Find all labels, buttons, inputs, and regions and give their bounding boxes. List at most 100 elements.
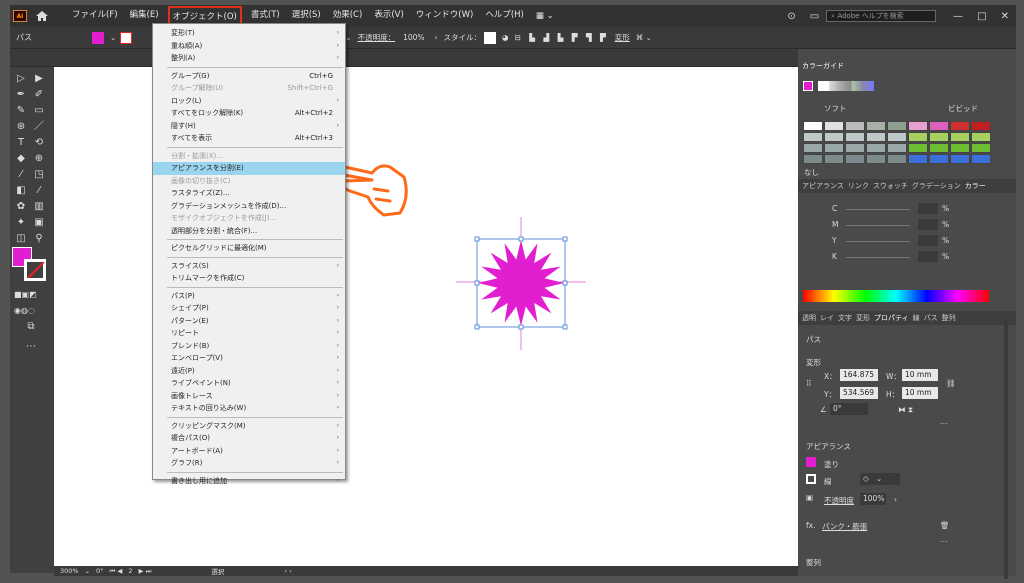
object-menu-item[interactable]: 変形(T) › <box>153 27 345 40</box>
chevron-down-icon[interactable]: ⌄ <box>85 567 90 575</box>
object-menu-item[interactable]: リピート › <box>153 327 345 340</box>
channel-slider[interactable] <box>846 241 910 242</box>
object-menu-item[interactable]: すべてをロック解除(K) Alt+Ctrl+2 <box>153 107 345 120</box>
object-menu-item[interactable]: シェイプ(P) › <box>153 302 345 315</box>
guide-swatch[interactable] <box>971 154 991 164</box>
guide-swatch[interactable] <box>929 154 949 164</box>
object-menu-item[interactable]: クリッピングマスク(M) › <box>153 420 345 433</box>
properties-panel-tab[interactable]: 透明 <box>802 313 816 323</box>
base-color-swatch[interactable] <box>803 81 813 91</box>
object-menu-item[interactable]: 画像の切り抜き(C) <box>153 175 345 188</box>
guide-swatch[interactable] <box>803 132 823 142</box>
panel-opacity-input[interactable]: 100% <box>860 493 886 505</box>
guide-swatch[interactable] <box>971 143 991 153</box>
guide-swatch[interactable] <box>845 143 865 153</box>
guide-swatch[interactable] <box>887 154 907 164</box>
screen-mode-icon[interactable]: ⧉ <box>24 321 38 333</box>
object-menu-item[interactable]: グループ解除(U) Shift+Ctrl+G <box>153 82 345 95</box>
color-panel-tab[interactable]: グラデーション <box>912 181 961 191</box>
graph-tool-icon[interactable]: ▥ <box>32 201 46 213</box>
guide-swatch[interactable] <box>929 143 949 153</box>
align-icons[interactable]: ⊟ ▙ ▟ ▙ ▛ ▜ ▛ <box>515 33 609 42</box>
gradient-tool-icon[interactable]: ◧ <box>14 185 28 197</box>
channel-input[interactable] <box>918 219 938 230</box>
effect-link[interactable]: パンク・膨張 <box>822 521 867 532</box>
object-menu-item[interactable]: 透明部分を分割・統合(F)... <box>153 225 345 238</box>
zoom-level[interactable]: 300% <box>60 567 79 575</box>
y-input[interactable]: 534.569 <box>840 387 878 399</box>
object-menu-item[interactable]: すべてを表示 Alt+Ctrl+3 <box>153 132 345 145</box>
isolate-icon[interactable]: ⌘ ⌄ <box>636 33 652 42</box>
channel-input[interactable] <box>918 251 938 262</box>
harmony-strip[interactable] <box>818 81 874 91</box>
stroke-swatch[interactable] <box>120 31 133 44</box>
object-menu-item[interactable]: ピクセルグリッドに最適化(M) <box>153 242 345 255</box>
object-menu-item[interactable]: ロック(L) › <box>153 95 345 108</box>
object-menu-item[interactable]: 重ね順(A) › <box>153 40 345 53</box>
pin-tool-icon[interactable]: ✦ <box>14 217 28 229</box>
chevron-right-icon[interactable]: › ‹ <box>284 567 291 575</box>
properties-panel-tab[interactable]: 変形 <box>856 313 870 323</box>
draw-mode-icons[interactable]: ◉◍◌ <box>14 305 35 317</box>
guide-swatch[interactable] <box>908 154 928 164</box>
chevron-right-icon[interactable]: › <box>435 33 438 42</box>
starburst-shape[interactable] <box>478 240 564 326</box>
guide-swatch[interactable] <box>971 121 991 131</box>
fill-swatch[interactable] <box>92 31 104 44</box>
object-menu-item[interactable]: エンベロープ(V) › <box>153 352 345 365</box>
panel-opacity-label[interactable]: 不透明度 <box>824 495 854 506</box>
guide-swatch[interactable] <box>803 154 823 164</box>
object-menu-item[interactable]: パス(P) › <box>153 290 345 303</box>
eraser-tool-icon[interactable]: ◆ <box>14 153 28 165</box>
guide-swatch[interactable] <box>824 132 844 142</box>
properties-panel-tab[interactable]: パス <box>924 313 938 323</box>
guide-swatch[interactable] <box>845 154 865 164</box>
object-menu-item[interactable]: グループ(G) Ctrl+G <box>153 70 345 83</box>
type-tool-icon[interactable]: T <box>14 137 28 149</box>
guide-swatch[interactable] <box>971 132 991 142</box>
object-menu-item[interactable]: トリムマークを作成(C) <box>153 272 345 285</box>
guide-swatch[interactable] <box>908 143 928 153</box>
guide-swatch[interactable] <box>929 132 949 142</box>
properties-panel-tab[interactable]: 文字 <box>838 313 852 323</box>
object-menu-item[interactable]: テキストの回り込み(W) › <box>153 402 345 415</box>
object-menu-item[interactable]: グラフ(R) › <box>153 457 345 470</box>
tab-color-guide[interactable]: カラーガイド <box>802 61 844 71</box>
guide-swatch[interactable] <box>824 121 844 131</box>
guide-swatch[interactable] <box>950 132 970 142</box>
chevron-down-icon[interactable]: ⌄ <box>345 33 351 42</box>
guide-swatch[interactable] <box>908 132 928 142</box>
hand-tool-icon[interactable]: ◫ <box>14 233 28 245</box>
guide-swatch[interactable] <box>824 143 844 153</box>
pen-tool-icon[interactable]: ✒ <box>14 89 28 101</box>
object-menu-item[interactable]: モザイクオブジェクトを作成(J)... <box>153 212 345 225</box>
blend-tool-icon[interactable]: ◳ <box>32 169 46 181</box>
more-appearance-icon[interactable]: ⋯ <box>940 537 948 546</box>
reference-point-icon[interactable]: ⠿ <box>806 379 812 388</box>
object-menu-item[interactable]: ラスタライズ(Z)... <box>153 187 345 200</box>
guide-swatch[interactable] <box>950 154 970 164</box>
stroke-weight-input[interactable]: ◇ ⌄ <box>860 473 900 485</box>
guide-swatch[interactable] <box>929 121 949 131</box>
guide-swatch[interactable] <box>845 132 865 142</box>
menu-item-6[interactable]: 表示(V) <box>371 6 406 26</box>
menu-item-0[interactable]: ファイル(F) <box>69 6 121 26</box>
guide-swatch[interactable] <box>866 121 886 131</box>
guide-swatch[interactable] <box>866 154 886 164</box>
guide-swatch[interactable] <box>866 143 886 153</box>
minimize-button[interactable]: — <box>953 11 963 22</box>
color-panel-tab[interactable]: アピアランス <box>802 181 844 191</box>
artboard-nav-next[interactable]: ▶ ⏭ <box>139 567 152 576</box>
color-guide-swatches[interactable] <box>803 121 991 165</box>
object-menu-item[interactable]: 分割・拡張(X)... <box>153 150 345 163</box>
symbol-tool-icon[interactable]: ✿ <box>14 201 28 213</box>
anchor-tool-icon[interactable]: ✎ <box>14 105 28 117</box>
maximize-button[interactable]: □ <box>977 11 986 22</box>
guide-swatch[interactable] <box>887 121 907 131</box>
object-menu-item[interactable]: ライブペイント(N) › <box>153 377 345 390</box>
shape-builder-icon[interactable]: ⊕ <box>32 153 46 165</box>
color-spectrum[interactable] <box>803 290 989 302</box>
guide-swatch[interactable] <box>950 143 970 153</box>
direct-selection-icon[interactable]: ▶ <box>32 73 46 85</box>
artboard-tool-icon[interactable]: ▣ <box>32 217 46 229</box>
